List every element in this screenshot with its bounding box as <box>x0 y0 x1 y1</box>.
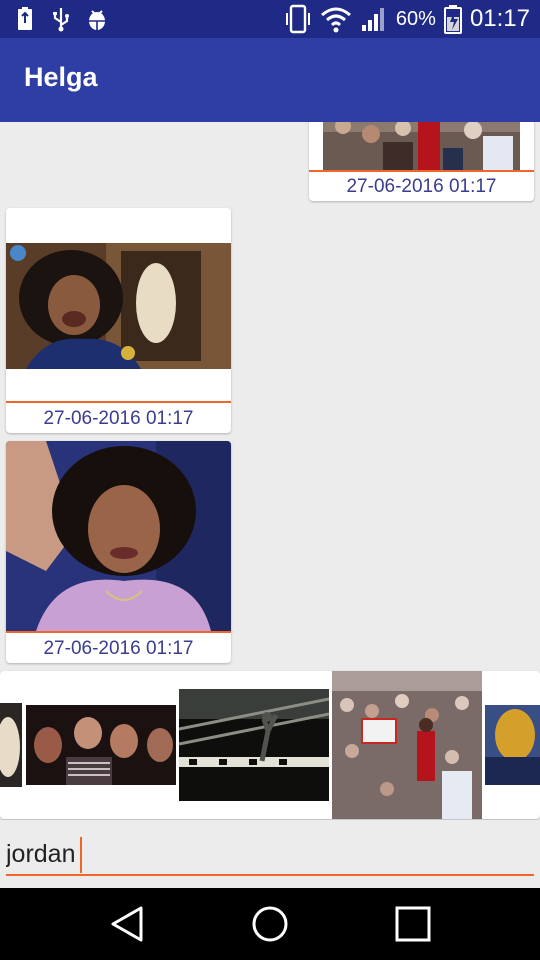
player-silhouette-dunk-gif[interactable] <box>179 689 329 801</box>
partial-face-gif[interactable] <box>0 703 22 787</box>
battery-percent: 60% <box>395 8 436 30</box>
status-bar: 60% 01:17 <box>0 0 540 38</box>
status-time: 01:17 <box>469 5 530 32</box>
battery-saver-icon <box>18 7 32 30</box>
battery-charging-icon <box>443 5 462 34</box>
app-bar: Helga <box>0 38 540 122</box>
message-timestamp: 27-06-2016 01:17 <box>43 638 194 659</box>
friends-laughing-gif[interactable] <box>26 705 176 785</box>
message-input-row <box>0 820 540 888</box>
woman-waving-gif[interactable] <box>6 441 231 631</box>
wifi-icon <box>320 7 351 33</box>
status-bar-left <box>14 6 108 32</box>
message-divider <box>6 631 231 633</box>
message-divider <box>6 401 231 403</box>
gif-suggestion-strip[interactable] <box>0 671 540 819</box>
basketball-dunk-crowd-gif[interactable] <box>323 122 520 170</box>
recents-icon[interactable] <box>393 904 433 944</box>
app-title: Helga <box>24 62 98 92</box>
message-bubble-left[interactable]: 27-06-2016 01:17 <box>6 208 231 433</box>
message-divider <box>309 170 534 172</box>
jordan-dunk-crowd-gif[interactable] <box>332 671 482 819</box>
status-bar-right: 60% 01:17 <box>284 4 530 34</box>
text-caret <box>80 837 82 873</box>
android-debug-icon <box>89 10 105 30</box>
message-bubble-right[interactable]: 27-06-2016 01:17 <box>309 122 534 201</box>
navigation-bar <box>0 888 540 960</box>
chat-list[interactable]: 27-06-2016 01:17 27-06-2016 01:17 27-06-… <box>0 122 540 668</box>
woman-laughing-gif[interactable] <box>6 243 231 369</box>
search-input[interactable] <box>6 834 534 876</box>
usb-icon <box>53 8 69 32</box>
message-timestamp: 27-06-2016 01:17 <box>346 176 497 197</box>
home-icon[interactable] <box>250 904 290 944</box>
signal-icon <box>361 8 384 31</box>
vibrate-icon <box>285 4 310 34</box>
message-timestamp: 27-06-2016 01:17 <box>43 408 194 429</box>
back-icon[interactable] <box>107 904 147 944</box>
message-bubble-left[interactable]: 27-06-2016 01:17 <box>6 441 231 663</box>
player-blurred-gif[interactable] <box>485 705 540 785</box>
